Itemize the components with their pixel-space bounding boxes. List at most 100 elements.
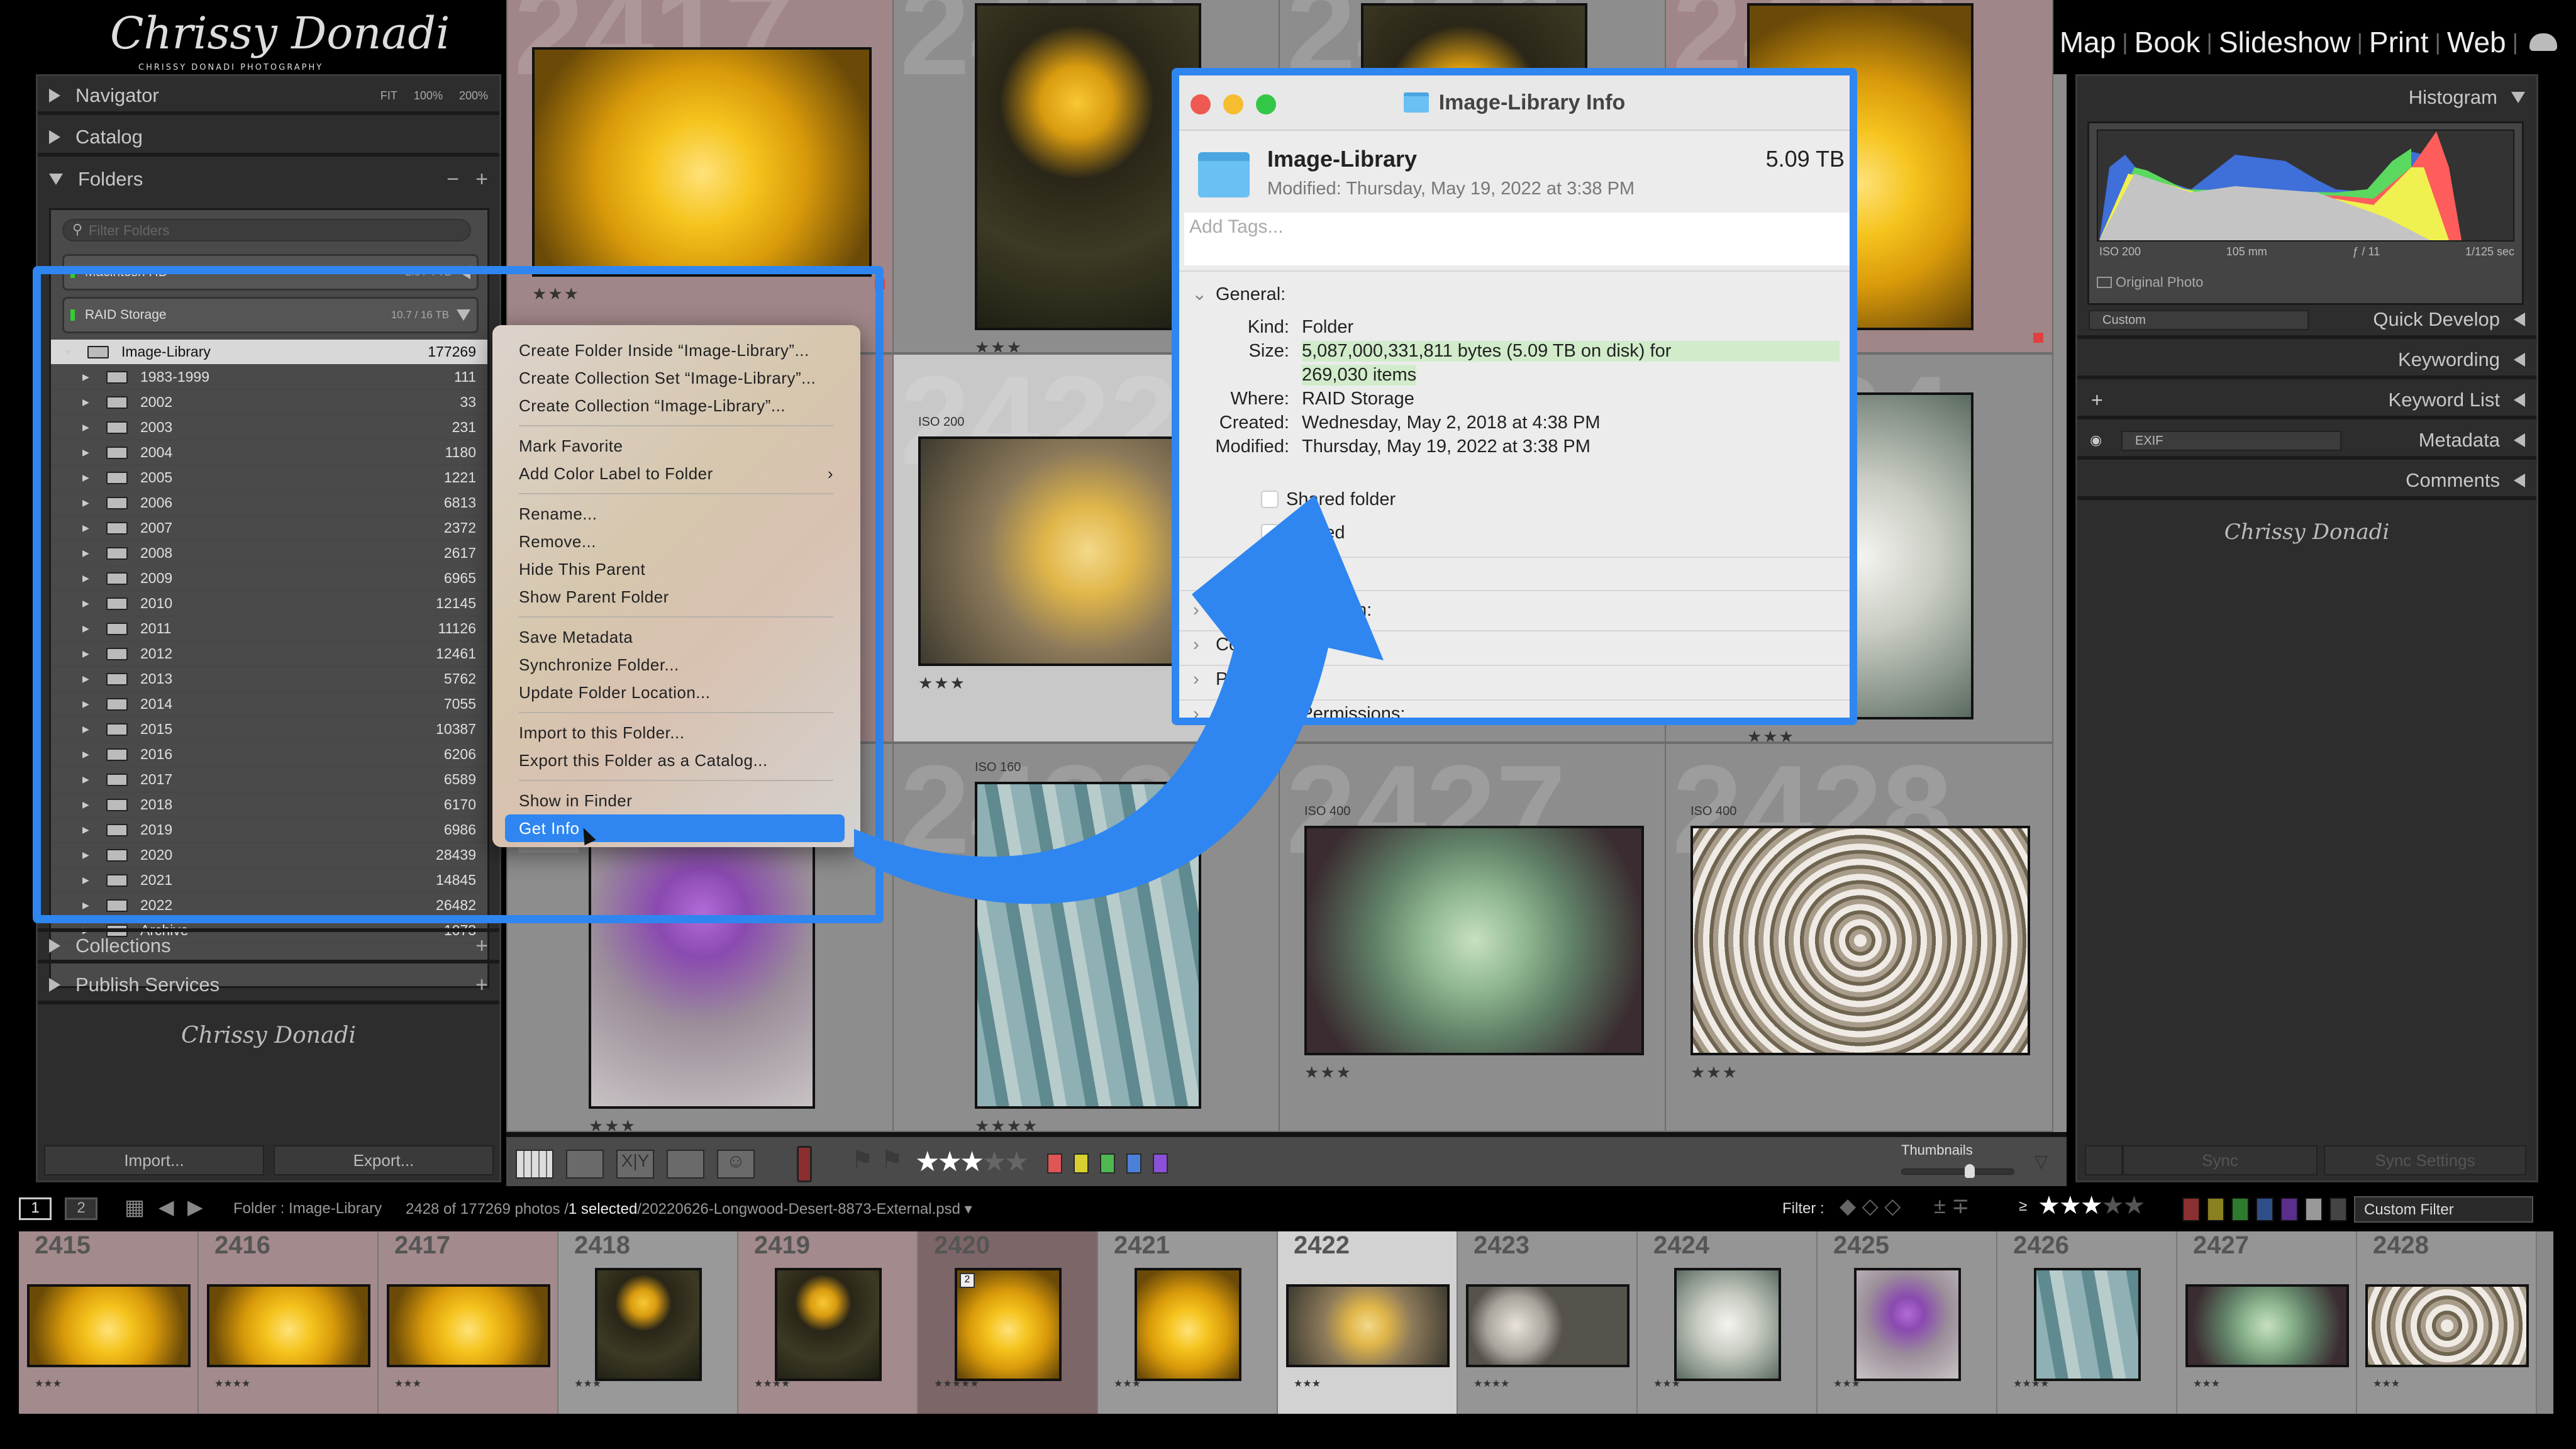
folder-item[interactable]: ▶ 2022 26482: [51, 893, 487, 918]
folder-item[interactable]: ▶ 2005 1221: [51, 465, 487, 491]
module-print[interactable]: Print: [2363, 25, 2435, 59]
color-label-0[interactable]: [1047, 1153, 1062, 1174]
main-window-button[interactable]: 1: [19, 1197, 52, 1220]
grid-cell[interactable]: 2428 ISO 400 ★★★: [1665, 743, 2053, 1132]
expand-icon[interactable]: ▶: [82, 372, 92, 382]
menu-item-import-to-this-folder[interactable]: Import to this Folder...: [505, 719, 845, 747]
metadata-header[interactable]: ◉ EXIF Metadata: [2077, 425, 2536, 460]
menu-item-synchronize-folder[interactable]: Synchronize Folder...: [505, 651, 845, 679]
volume-macintosh-hd[interactable]: Macintosh HD 2.8 / 4 TB: [62, 254, 479, 291]
menu-item-save-metadata[interactable]: Save Metadata: [505, 623, 845, 651]
folder-item[interactable]: ▶ 2008 2617: [51, 541, 487, 566]
photo-thumbnail[interactable]: [532, 47, 872, 277]
chevron-right-icon[interactable]: ›: [1193, 600, 1199, 621]
star-icon[interactable]: ★: [2123, 1192, 2145, 1219]
filter-color-4[interactable]: [2280, 1197, 2298, 1221]
module-web[interactable]: Web: [2441, 25, 2512, 59]
collections-header[interactable]: Collections +: [38, 928, 499, 963]
people-view-icon[interactable]: ☺: [717, 1150, 755, 1179]
compare-view-icon[interactable]: X|Y: [621, 1151, 650, 1170]
thumbnail-size-slider[interactable]: [1901, 1164, 2014, 1178]
eye-icon[interactable]: ◉: [2090, 432, 2102, 448]
photo-thumbnail[interactable]: [2185, 1284, 2349, 1367]
filter-color-3[interactable]: [2256, 1197, 2273, 1221]
filmstrip-cell[interactable]: 2419 ★★★★: [738, 1231, 918, 1414]
filter-preset-select[interactable]: Custom Filter: [2354, 1196, 2533, 1223]
menu-item-show-parent-folder[interactable]: Show Parent Folder: [505, 583, 845, 611]
navigator-header[interactable]: Navigator FIT 100% 200%: [38, 80, 499, 115]
photo-thumbnail[interactable]: [27, 1284, 191, 1367]
photo-thumbnail[interactable]: [387, 1284, 550, 1367]
expand-icon[interactable]: ▶: [82, 472, 92, 483]
color-label-4[interactable]: [1153, 1153, 1168, 1174]
expand-icon[interactable]: ▶: [82, 548, 92, 558]
expand-icon[interactable]: ▶: [82, 799, 92, 810]
menu-item-create-folder-inside-image-library[interactable]: Create Folder Inside “Image-Library”...: [505, 336, 845, 364]
sync-settings-button[interactable]: Sync Settings: [2324, 1145, 2526, 1175]
comments-header[interactable]: Comments: [2077, 465, 2536, 500]
grid-cell[interactable]: 2417★★★: [506, 0, 895, 353]
histogram-chart[interactable]: [2097, 130, 2514, 242]
photo-thumbnail[interactable]: [2365, 1284, 2529, 1367]
add-folder-icon[interactable]: +: [475, 167, 488, 192]
color-label-1[interactable]: [1074, 1153, 1089, 1174]
expand-icon[interactable]: ▶: [82, 824, 92, 835]
module-slideshow[interactable]: Slideshow: [2212, 25, 2357, 59]
filter-color-5[interactable]: [2305, 1197, 2323, 1221]
filter-color-0[interactable]: [2182, 1197, 2200, 1221]
source-path[interactable]: Folder : Image-Library: [233, 1200, 382, 1218]
volume-raid-storage[interactable]: RAID Storage 10.7 / 16 TB: [62, 297, 479, 333]
folder-item[interactable]: ▶ 2014 7055: [51, 692, 487, 717]
import-button[interactable]: Import...: [44, 1145, 264, 1175]
folder-item[interactable]: ▶ 2020 28439: [51, 843, 487, 868]
photo-thumbnail[interactable]: [1854, 1268, 1961, 1381]
auto-sync-toggle[interactable]: [2085, 1145, 2123, 1175]
star-icon[interactable]: ★: [2059, 1192, 2082, 1219]
info-section-header[interactable]: Name & Extension:: [1216, 600, 1372, 621]
photo-thumbnail[interactable]: [975, 3, 1201, 330]
minimize-button[interactable]: [1223, 94, 1243, 114]
grid-view-icon[interactable]: ▦: [125, 1195, 145, 1220]
add-collection-icon[interactable]: +: [475, 934, 488, 958]
star-icon[interactable]: ★: [915, 1146, 940, 1177]
color-label-2[interactable]: [1100, 1153, 1115, 1174]
forward-arrow-icon[interactable]: ▶: [187, 1195, 203, 1219]
info-section-header[interactable]: Preview:: [1216, 669, 1285, 690]
photo-thumbnail[interactable]: [1286, 1284, 1450, 1367]
filter-rating-stars[interactable]: ★★★★★: [2038, 1191, 2145, 1220]
filmstrip-cell[interactable]: 2427 ★★★: [2177, 1231, 2357, 1414]
filmstrip-cell[interactable]: 2418 ★★★: [558, 1231, 738, 1414]
folder-item[interactable]: ▶ 2010 12145: [51, 591, 487, 616]
filter-color-1[interactable]: [2207, 1197, 2224, 1221]
info-section-header[interactable]: Comments:: [1216, 635, 1309, 655]
menu-item-create-collection-image-library[interactable]: Create Collection “Image-Library”...: [505, 392, 845, 419]
rating-operator[interactable]: ≥: [2019, 1197, 2027, 1215]
star-icon[interactable]: ★: [2080, 1192, 2103, 1219]
zoom-200[interactable]: 200%: [459, 89, 488, 103]
zoom-button[interactable]: [1256, 94, 1276, 114]
painter-spray-can-icon[interactable]: [797, 1146, 812, 1182]
folder-item[interactable]: ▶ 2012 12461: [51, 641, 487, 667]
rating-stars[interactable]: ★★★★★: [915, 1146, 1029, 1178]
filmstrip-cell[interactable]: 2422 ★★★: [1278, 1231, 1458, 1414]
color-label-3[interactable]: [1126, 1153, 1141, 1174]
expand-icon[interactable]: ▶: [82, 674, 92, 684]
flag-filter-icons[interactable]: ◆ ◇ ◇: [1840, 1194, 1901, 1219]
secondary-window-button[interactable]: 2: [65, 1197, 97, 1220]
module-book[interactable]: Book: [2128, 25, 2207, 59]
folder-item[interactable]: ▶ 2013 5762: [51, 667, 487, 692]
photo-thumbnail[interactable]: [775, 1268, 882, 1381]
folder-item[interactable]: ▶ 2009 6965: [51, 566, 487, 591]
expand-icon[interactable]: ▶: [82, 573, 92, 584]
photo-thumbnail[interactable]: [1135, 1268, 1241, 1381]
expand-icon[interactable]: ▶: [82, 523, 92, 533]
filmstrip-cell[interactable]: 2428 ★★★: [2357, 1231, 2537, 1414]
filmstrip-cell[interactable]: 2424 ★★★: [1638, 1231, 1818, 1414]
loupe-view-icon[interactable]: [566, 1150, 604, 1179]
expand-icon[interactable]: ▶: [82, 422, 92, 433]
folder-item[interactable]: ▶ 2002 33: [51, 390, 487, 415]
menu-item-get-info[interactable]: Get Info: [505, 814, 845, 846]
info-section-header[interactable]: Sharing & Permissions:: [1216, 704, 1405, 718]
reject-flag-icon[interactable]: ⚑: [880, 1146, 903, 1175]
star-icon[interactable]: ★: [2102, 1192, 2124, 1219]
